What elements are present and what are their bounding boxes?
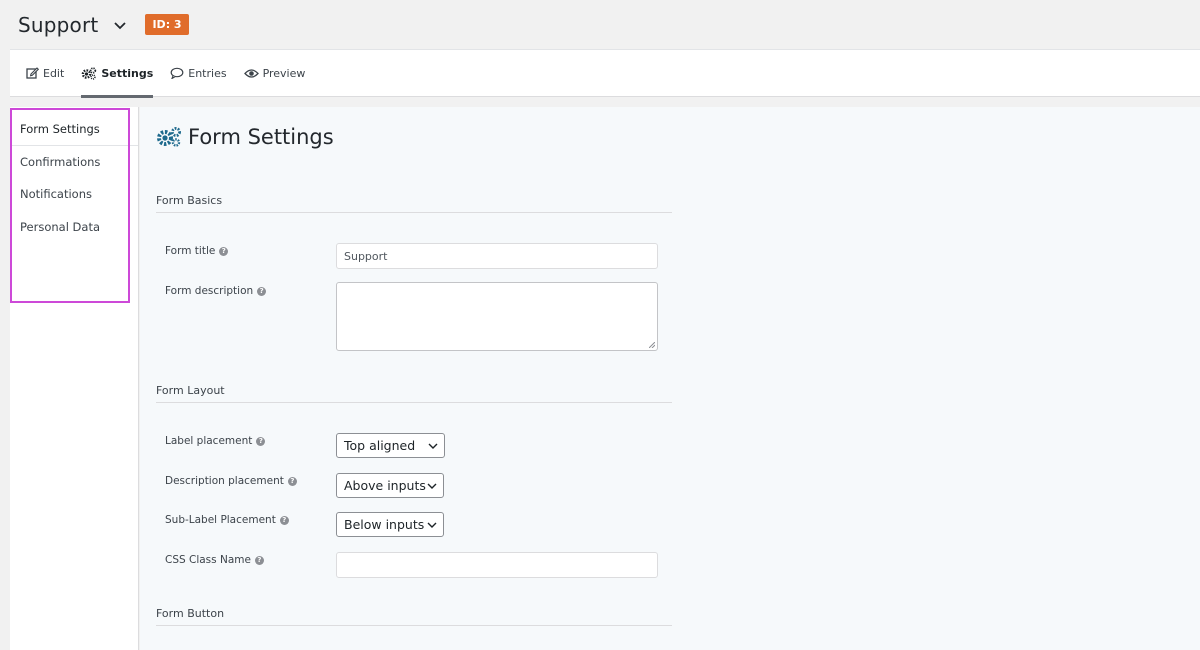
eye-icon	[243, 68, 259, 78]
toolbar-entries-label: Entries	[188, 66, 227, 80]
sublabel-placement-label: Sub-Label Placement ?	[165, 514, 289, 526]
sidebar-item-personal-data[interactable]: Personal Data	[10, 211, 138, 244]
chevron-down-icon	[114, 21, 127, 29]
gears-icon	[157, 127, 181, 147]
label-placement-label: Label placement ?	[165, 435, 266, 447]
toolbar-edit-label: Edit	[43, 66, 65, 80]
toolbar-preview-label: Preview	[262, 66, 306, 80]
css-class-label-text: CSS Class Name	[165, 554, 251, 566]
form-name: Support	[18, 12, 99, 37]
comment-icon	[170, 67, 184, 79]
settings-sidebar: Form Settings Confirmations Notification…	[10, 107, 139, 650]
css-class-label: CSS Class Name ?	[165, 554, 264, 566]
sidebar-item-form-settings[interactable]: Form Settings	[10, 113, 138, 146]
edit-icon	[26, 67, 39, 79]
page-title-text: Form Settings	[188, 125, 334, 149]
chevron-down-icon	[427, 483, 437, 489]
help-icon[interactable]: ?	[219, 246, 229, 256]
toolbar-edit[interactable]: Edit	[26, 49, 64, 97]
toolbar-entries[interactable]: Entries	[170, 49, 227, 97]
description-placement-label: Description placement ?	[165, 475, 297, 487]
help-icon[interactable]: ?	[287, 476, 297, 486]
sublabel-placement-label-text: Sub-Label Placement	[165, 514, 276, 526]
label-placement-value: Top aligned	[344, 438, 416, 453]
sublabel-placement-value: Below inputs	[344, 517, 425, 532]
form-title-label-text: Form title	[165, 245, 216, 257]
help-icon[interactable]: ?	[279, 515, 289, 525]
form-title-input[interactable]: Support	[336, 243, 658, 269]
header: Support ID: 3	[0, 0, 1200, 49]
form-description-textarea[interactable]	[336, 282, 658, 351]
resize-grip-icon[interactable]	[649, 342, 655, 348]
main-content: Form Settings Form Basics Form title ? S…	[140, 107, 1200, 650]
section-form-basics: Form Basics	[156, 194, 672, 213]
form-toolbar: Edit Settings Entries Preview	[10, 49, 1200, 98]
sidebar-item-notifications[interactable]: Notifications	[10, 178, 138, 211]
help-icon[interactable]: ?	[257, 286, 267, 296]
sidebar-item-confirmations[interactable]: Confirmations	[10, 146, 138, 179]
help-icon[interactable]: ?	[254, 555, 264, 565]
description-placement-value: Above inputs	[344, 478, 426, 493]
label-placement-select[interactable]: Top aligned	[336, 433, 445, 458]
sublabel-placement-select[interactable]: Below inputs	[336, 512, 444, 537]
page-title: Form Settings	[156, 125, 334, 149]
description-placement-select[interactable]: Above inputs	[336, 473, 444, 498]
form-title-label: Form title ?	[165, 245, 229, 257]
section-form-button: Form Button	[156, 607, 672, 626]
toolbar-settings[interactable]: Settings	[81, 49, 154, 98]
chevron-down-icon	[427, 522, 437, 528]
section-form-layout: Form Layout	[156, 384, 672, 403]
help-icon[interactable]: ?	[256, 436, 266, 446]
css-class-input[interactable]	[336, 552, 658, 578]
gears-icon	[82, 66, 97, 80]
toolbar-preview[interactable]: Preview	[243, 49, 306, 97]
label-placement-label-text: Label placement	[165, 435, 253, 447]
form-description-label: Form description ?	[165, 285, 267, 297]
description-placement-label-text: Description placement	[165, 475, 284, 487]
chevron-down-icon	[428, 443, 438, 449]
form-switcher[interactable]: Support	[18, 13, 127, 37]
toolbar-settings-label: Settings	[101, 66, 154, 80]
form-description-label-text: Form description	[165, 285, 254, 297]
form-id-badge: ID: 3	[145, 14, 189, 35]
